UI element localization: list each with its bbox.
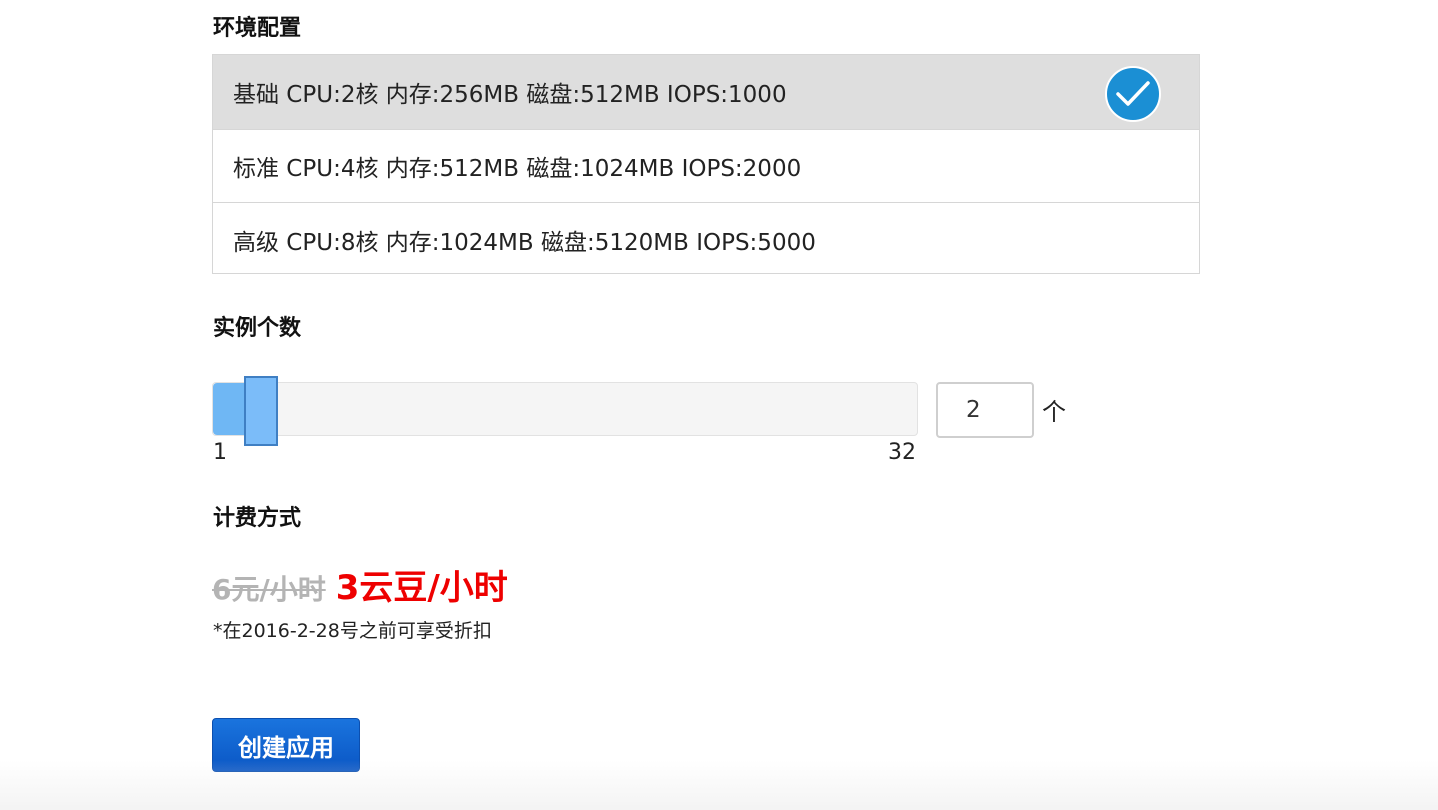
slider-fill (213, 383, 248, 435)
instance-count-input[interactable] (936, 382, 1034, 438)
environment-option-list: 基础 CPU:2核 内存:256MB 磁盘:512MB IOPS:1000 标准… (212, 54, 1200, 274)
environment-option-standard[interactable]: 标准 CPU:4核 内存:512MB 磁盘:1024MB IOPS:2000 (213, 130, 1199, 203)
slider-min-label: 1 (213, 440, 227, 465)
create-app-button[interactable]: 创建应用 (212, 718, 360, 772)
price-row: 6元/小时 3云豆/小时 (212, 560, 508, 609)
discount-price: 3云豆/小时 (335, 568, 508, 608)
discount-note: *在2016-2-28号之前可享受折扣 (213, 620, 492, 642)
environment-section-title: 环境配置 (213, 16, 302, 41)
environment-option-label: 高级 CPU:8核 内存:1024MB 磁盘:5120MB IOPS:5000 (233, 229, 816, 256)
environment-option-label: 标准 CPU:4核 内存:512MB 磁盘:1024MB IOPS:2000 (233, 156, 802, 182)
instance-count-unit: 个 (1042, 398, 1066, 426)
environment-option-label: 基础 CPU:2核 内存:256MB 磁盘:512MB IOPS:1000 (233, 82, 787, 108)
environment-option-basic[interactable]: 基础 CPU:2核 内存:256MB 磁盘:512MB IOPS:1000 (213, 55, 1199, 130)
checkmark-icon (1105, 66, 1161, 122)
slider-handle[interactable] (244, 376, 278, 446)
instance-count-section-title: 实例个数 (213, 316, 302, 341)
instance-count-slider[interactable] (212, 376, 918, 446)
original-price: 6元/小时 (212, 573, 326, 606)
environment-option-advanced[interactable]: 高级 CPU:8核 内存:1024MB 磁盘:5120MB IOPS:5000 (213, 203, 1199, 276)
billing-section-title: 计费方式 (213, 506, 302, 531)
slider-max-label: 32 (888, 440, 916, 465)
